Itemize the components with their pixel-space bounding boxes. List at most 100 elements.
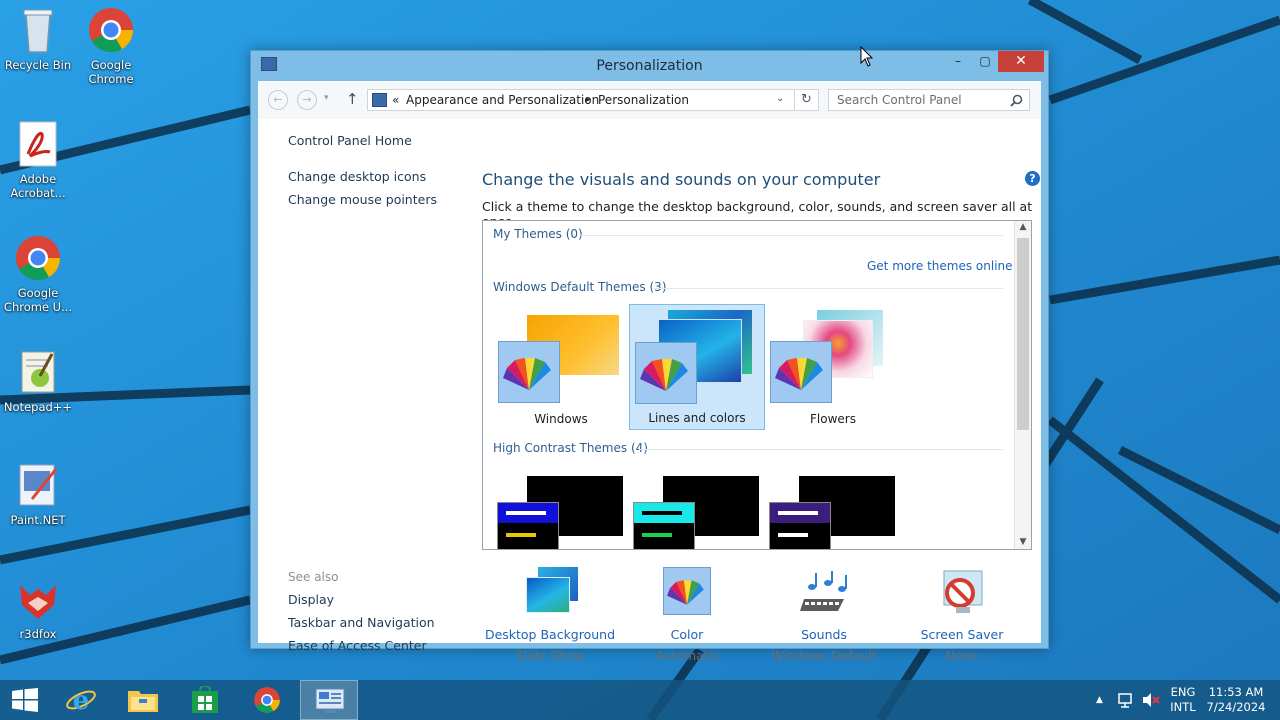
high-contrast-theme-1[interactable] — [497, 476, 627, 549]
personalization-window: Personalization – ▢ ✕ ← → ▾ ↑ « Appearan… — [250, 50, 1049, 663]
windows-logo-icon — [12, 688, 38, 712]
chrome-icon — [254, 687, 280, 713]
see-also-heading: See also — [288, 570, 339, 584]
ease-of-access-link[interactable]: Ease of Access Center — [288, 638, 427, 653]
setting-label[interactable]: Sounds — [754, 627, 894, 642]
display-link[interactable]: Display — [288, 592, 334, 607]
search-placeholder: Search Control Panel — [837, 93, 962, 107]
change-mouse-pointers-link[interactable]: Change mouse pointers — [288, 192, 437, 207]
window-title: Personalization — [596, 58, 703, 74]
setting-label[interactable]: Desktop Background — [480, 627, 620, 642]
desktop-icon-label: Paint.NET — [10, 513, 66, 527]
breadcrumb-personalization[interactable]: Personalization — [598, 93, 689, 107]
taskbar-file-explorer[interactable] — [114, 680, 172, 720]
desktop-icon-google-chrome-u[interactable]: Google Chrome U... — [0, 234, 76, 314]
setting-label[interactable]: Screen Saver — [892, 627, 1032, 642]
control-panel-home-link[interactable]: Control Panel Home — [288, 133, 412, 148]
search-input[interactable]: Search Control Panel — [828, 89, 1030, 111]
color-setting[interactable]: Color Automatic — [617, 567, 757, 663]
taskbar-store[interactable] — [176, 680, 234, 720]
acrobat-icon — [14, 120, 62, 168]
desktop-icon-label: Recycle Bin — [4, 58, 72, 72]
desktop-icon-label: Google Chrome — [88, 58, 134, 86]
taskbar-internet-explorer[interactable]: e — [52, 680, 110, 720]
internet-explorer-icon: e — [66, 686, 96, 715]
chrome-icon — [14, 234, 62, 282]
get-more-themes-link[interactable]: Get more themes online — [867, 259, 1013, 273]
minimize-button[interactable]: – — [944, 51, 972, 72]
address-overflow-chevron[interactable]: « — [392, 93, 399, 107]
input-language-indicator[interactable]: ENG INTL — [1166, 685, 1200, 715]
close-button[interactable]: ✕ — [998, 51, 1044, 72]
setting-label[interactable]: Color — [617, 627, 757, 642]
scroll-down-icon[interactable]: ▼ — [1015, 537, 1031, 547]
high-contrast-theme-2[interactable] — [633, 476, 763, 549]
themes-list[interactable]: My Themes (0) Get more themes online Win… — [482, 220, 1032, 550]
setting-value: Automatic — [654, 648, 720, 663]
desktop-icon-label: Google Chrome U... — [3, 286, 73, 314]
screen-saver-setting[interactable]: Screen Saver None — [892, 567, 1032, 663]
setting-value: Slide Show — [515, 648, 585, 663]
desktop-icon-paintnet[interactable]: Paint.NET — [0, 461, 76, 527]
desktop-icon-adobe-acrobat[interactable]: Adobe Acrobat... — [0, 120, 76, 200]
desktop-icon-label: Notepad++ — [3, 400, 73, 414]
color-palette-icon — [498, 341, 560, 403]
group-divider — [639, 449, 1003, 450]
desktop-icon-google-chrome[interactable]: Google Chrome — [73, 6, 149, 86]
breadcrumb-appearance[interactable]: Appearance and Personalization — [406, 93, 599, 107]
up-button[interactable]: ↑ — [346, 90, 359, 108]
mouse-cursor-icon — [860, 46, 874, 67]
help-icon[interactable]: ? — [1025, 171, 1040, 186]
high-contrast-heading: High Contrast Themes (4) — [493, 441, 648, 455]
desktop-icon-recycle-bin[interactable]: Recycle Bin — [0, 6, 76, 72]
group-divider — [653, 288, 1003, 289]
keyboard-layout: INTL — [1170, 700, 1196, 714]
desktop-background-icon — [524, 567, 578, 619]
sounds-setting[interactable]: Sounds Windows Default — [754, 567, 894, 663]
sounds-icon — [798, 567, 850, 619]
title-bar[interactable]: Personalization – ▢ ✕ — [251, 51, 1048, 81]
desktop-icon-label: Adobe Acrobat... — [10, 172, 66, 200]
high-contrast-theme-3[interactable] — [769, 476, 899, 549]
scrollbar-thumb[interactable] — [1017, 238, 1029, 430]
theme-lines-and-colors[interactable]: Lines and colors — [629, 304, 765, 430]
color-palette-icon — [635, 342, 697, 404]
scroll-up-icon[interactable]: ▲ — [1015, 222, 1031, 232]
theme-windows[interactable]: Windows — [493, 304, 629, 430]
start-button[interactable] — [0, 680, 50, 720]
chrome-icon — [87, 6, 135, 54]
clock[interactable]: 11:53 AM 7/24/2024 — [1204, 685, 1268, 715]
forward-button[interactable]: → — [297, 90, 317, 110]
tray-overflow-button[interactable]: ▲ — [1096, 693, 1103, 708]
address-dropdown-icon[interactable]: ⌄ — [776, 93, 784, 104]
network-icon[interactable] — [1117, 692, 1135, 708]
navigation-bar: ← → ▾ ↑ « Appearance and Personalization… — [258, 81, 1041, 119]
desktop-background-setting[interactable]: Desktop Background Slide Show — [480, 567, 620, 663]
theme-label: Windows — [534, 412, 588, 426]
address-bar[interactable]: « Appearance and Personalization ▸ Perso… — [367, 89, 819, 111]
page-title: Change the visuals and sounds on your co… — [482, 170, 881, 189]
change-desktop-icons-link[interactable]: Change desktop icons — [288, 169, 426, 184]
recent-locations-button[interactable]: ▾ — [324, 93, 329, 103]
volume-muted-icon[interactable] — [1142, 692, 1160, 708]
color-palette-icon — [770, 341, 832, 403]
theme-label: Flowers — [810, 412, 856, 426]
window-client: ← → ▾ ↑ « Appearance and Personalization… — [258, 81, 1041, 663]
back-button[interactable]: ← — [268, 90, 288, 110]
breadcrumb-separator[interactable]: ▸ — [586, 95, 591, 105]
refresh-icon[interactable]: ↻ — [794, 90, 818, 110]
desktop-icon-notepadpp[interactable]: Notepad++ — [0, 348, 76, 414]
svg-text:e: e — [73, 686, 90, 715]
desktop-icon-label: r3dfox — [19, 627, 57, 641]
desktop-icon-r3dfox[interactable]: r3dfox — [0, 575, 76, 641]
notepadpp-icon — [14, 348, 62, 396]
taskbar-navigation-link[interactable]: Taskbar and Navigation — [288, 615, 435, 630]
search-icon[interactable] — [1010, 94, 1023, 107]
maximize-button[interactable]: ▢ — [971, 51, 999, 72]
setting-value: Windows Default — [771, 648, 877, 663]
theme-flowers[interactable]: Flowers — [765, 304, 901, 430]
taskbar-control-panel[interactable] — [300, 680, 358, 720]
themes-scrollbar[interactable]: ▲ ▼ — [1014, 221, 1031, 549]
setting-value: None — [945, 648, 979, 663]
taskbar-chrome[interactable] — [238, 680, 296, 720]
